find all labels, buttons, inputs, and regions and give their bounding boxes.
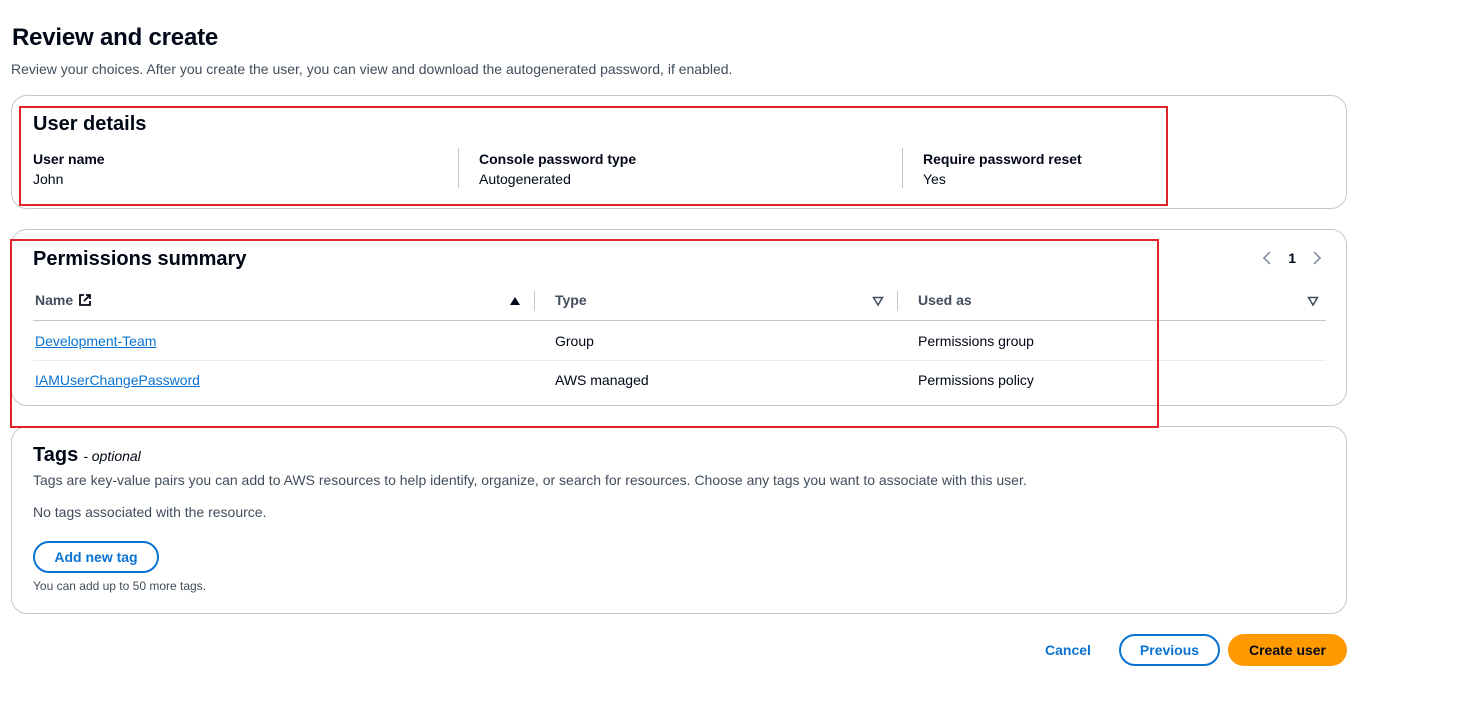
column-divider: [897, 291, 898, 311]
row-type: AWS managed: [555, 372, 649, 388]
permissions-summary-header: Permissions summary: [33, 248, 247, 270]
chevron-left-icon[interactable]: [1262, 251, 1272, 265]
tags-title: Tags: [33, 444, 79, 466]
page-number[interactable]: 1: [1288, 250, 1296, 266]
cancel-button[interactable]: Cancel: [1045, 642, 1091, 658]
permissions-summary-card: Permissions summary 1 Name Type Used as: [11, 229, 1347, 406]
page-title: Review and create: [12, 24, 219, 51]
require-password-reset-field: Require password reset Yes: [923, 150, 1082, 188]
add-new-tag-button[interactable]: Add new tag: [33, 541, 159, 573]
chevron-right-icon[interactable]: [1312, 251, 1322, 265]
field-divider: [902, 148, 903, 188]
sort-ascending-icon[interactable]: [509, 294, 521, 306]
row-used-as: Permissions policy: [918, 372, 1034, 388]
require-password-reset-label: Require password reset: [923, 151, 1082, 167]
column-divider: [534, 291, 535, 311]
column-type-label: Type: [555, 292, 587, 308]
external-link-icon: [78, 293, 92, 307]
column-header-type[interactable]: Type: [555, 292, 587, 308]
pagination: 1: [1262, 250, 1322, 266]
table-row: Development-Team Group Permissions group: [33, 322, 1326, 361]
tags-optional-label: - optional: [83, 448, 141, 464]
column-name-label: Name: [35, 292, 74, 308]
column-header-name[interactable]: Name: [35, 292, 92, 308]
policy-link[interactable]: IAMUserChangePassword: [35, 372, 200, 388]
user-name-label: User name: [33, 151, 105, 167]
column-header-used-as[interactable]: Used as: [918, 292, 972, 308]
console-password-type-value: Autogenerated: [479, 171, 571, 187]
page-description: Review your choices. After you create th…: [11, 61, 733, 77]
user-name-field: User name John: [33, 150, 105, 188]
sort-toggle-icon[interactable]: [872, 294, 884, 307]
table-header: Name Type Used as: [33, 286, 1326, 321]
tags-card: Tags - optional Tags are key-value pairs…: [11, 426, 1347, 614]
sort-toggle-icon[interactable]: [1307, 294, 1319, 307]
field-divider: [458, 148, 459, 188]
tags-empty-text: No tags associated with the resource.: [33, 504, 267, 520]
user-details-card: User details User name John Console pass…: [11, 95, 1347, 209]
row-used-as: Permissions group: [918, 333, 1034, 349]
require-password-reset-value: Yes: [923, 171, 946, 187]
policy-link[interactable]: Development-Team: [35, 333, 156, 349]
tags-header: Tags - optional: [33, 444, 141, 467]
table-row: IAMUserChangePassword AWS managed Permis…: [33, 361, 1326, 400]
console-password-type-label: Console password type: [479, 151, 637, 167]
previous-button[interactable]: Previous: [1119, 634, 1220, 666]
user-details-header: User details: [33, 113, 147, 135]
user-name-value: John: [33, 171, 64, 187]
column-used-as-label: Used as: [918, 292, 972, 308]
tags-limit-hint: You can add up to 50 more tags.: [33, 579, 207, 593]
row-type: Group: [555, 333, 594, 349]
create-user-button[interactable]: Create user: [1228, 634, 1347, 666]
console-password-type-field: Console password type Autogenerated: [479, 150, 636, 188]
tags-description: Tags are key-value pairs you can add to …: [33, 472, 1027, 488]
